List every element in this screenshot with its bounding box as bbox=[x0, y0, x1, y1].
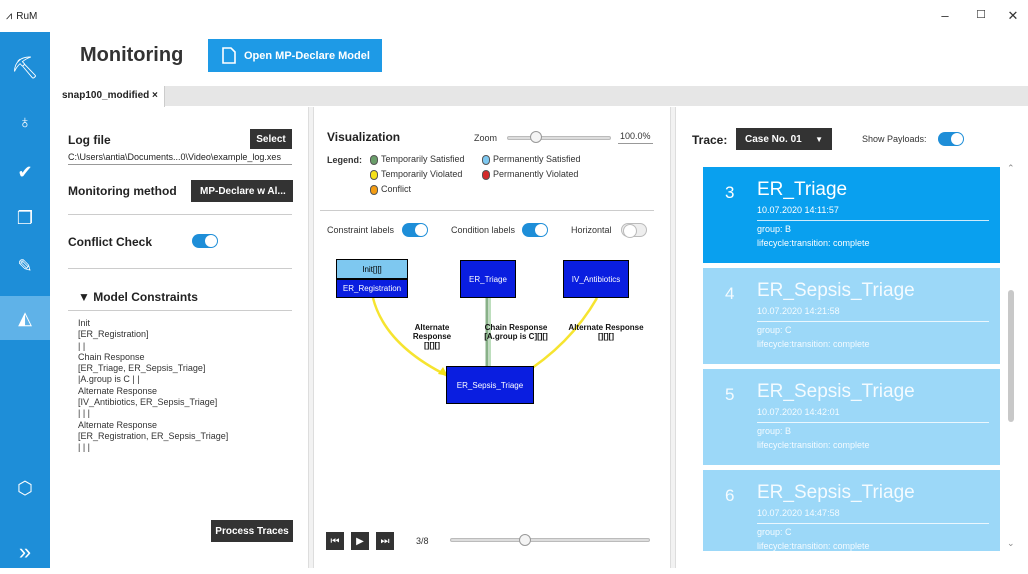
edge-label-text: Chain Response bbox=[484, 323, 548, 332]
scroll-up-icon[interactable]: ⌃ bbox=[1007, 163, 1015, 174]
trace-event-card[interactable]: 3 ER_Triage 10.07.2020 14:11:57 group: B… bbox=[703, 167, 1000, 263]
event-payload: lifecycle:transition: complete bbox=[757, 238, 870, 248]
event-time: 10.07.2020 14:47:58 bbox=[757, 508, 840, 518]
edge-label: Chain Response [A.group is C][][] bbox=[480, 323, 552, 341]
edge-label: Alternate Response[][][] bbox=[565, 323, 647, 341]
play-button[interactable]: ▶ bbox=[351, 532, 369, 550]
step-counter: 3/8 bbox=[416, 536, 429, 546]
first-step-button[interactable]: ⏮ bbox=[326, 532, 344, 550]
graph-node-iv-antibiotics[interactable]: IV_Antibiotics bbox=[563, 260, 629, 298]
edge-label-sub: [A.group is C][][] bbox=[484, 332, 548, 341]
trace-select[interactable]: Case No. 01 ▼ bbox=[736, 128, 832, 150]
trace-event-card[interactable]: 6 ER_Sepsis_Triage 10.07.2020 14:47:58 g… bbox=[703, 470, 1000, 551]
edge-label-sub: [][][] bbox=[598, 332, 614, 341]
event-payload: lifecycle:transition: complete bbox=[757, 440, 870, 450]
event-payload: group: C bbox=[757, 527, 792, 537]
trace-event-card[interactable]: 4 ER_Sepsis_Triage 10.07.2020 14:21:58 g… bbox=[703, 268, 1000, 364]
event-number: 6 bbox=[725, 486, 735, 505]
event-name: ER_Sepsis_Triage bbox=[757, 482, 915, 503]
last-step-button[interactable]: ⏭ bbox=[376, 532, 394, 550]
timeline-track bbox=[450, 538, 650, 542]
chevron-down-icon: ▼ bbox=[815, 134, 823, 144]
edge-label-text: Alternate Response bbox=[412, 323, 452, 341]
event-number: 5 bbox=[725, 385, 735, 404]
scroll-down-icon[interactable]: ⌄ bbox=[1007, 538, 1015, 549]
event-name: ER_Sepsis_Triage bbox=[757, 280, 915, 301]
trace-event-list: 3 ER_Triage 10.07.2020 14:11:57 group: B… bbox=[703, 167, 1000, 551]
event-time: 10.07.2020 14:11:57 bbox=[757, 205, 839, 215]
trace-label: Trace: bbox=[692, 133, 728, 147]
edge-label-sub: [][][] bbox=[424, 341, 440, 350]
event-number: 4 bbox=[725, 284, 735, 303]
divider bbox=[757, 422, 989, 423]
event-payload: group: B bbox=[757, 224, 792, 234]
show-payloads-toggle[interactable] bbox=[938, 132, 964, 146]
event-payload: lifecycle:transition: complete bbox=[757, 541, 870, 551]
event-payload: group: B bbox=[757, 426, 792, 436]
trace-select-value: Case No. 01 bbox=[745, 133, 802, 145]
timeline-slider[interactable] bbox=[450, 534, 650, 548]
show-payloads-label: Show Payloads: bbox=[862, 134, 927, 144]
graph-node-init[interactable]: Init[][] bbox=[336, 259, 408, 279]
timeline-thumb[interactable] bbox=[519, 534, 531, 546]
event-payload: lifecycle:transition: complete bbox=[757, 339, 870, 349]
divider bbox=[757, 321, 989, 322]
event-name: ER_Sepsis_Triage bbox=[757, 381, 915, 402]
event-time: 10.07.2020 14:21:58 bbox=[757, 306, 840, 316]
event-name: ER_Triage bbox=[757, 179, 848, 200]
event-time: 10.07.2020 14:42:01 bbox=[757, 407, 840, 417]
event-payload: group: C bbox=[757, 325, 792, 335]
graph-node-er-triage[interactable]: ER_Triage bbox=[460, 260, 516, 298]
graph-node-er-sepsis-triage[interactable]: ER_Sepsis_Triage bbox=[446, 366, 534, 404]
edge-label-text: Alternate Response bbox=[568, 323, 644, 332]
graph-node-er-registration[interactable]: ER_Registration bbox=[336, 279, 408, 298]
edge-label: Alternate Response[][][] bbox=[396, 323, 468, 350]
event-number: 3 bbox=[725, 183, 735, 202]
divider bbox=[757, 523, 989, 524]
scrollbar-thumb[interactable] bbox=[1008, 290, 1014, 422]
divider bbox=[757, 220, 989, 221]
trace-event-card[interactable]: 5 ER_Sepsis_Triage 10.07.2020 14:42:01 g… bbox=[703, 369, 1000, 465]
